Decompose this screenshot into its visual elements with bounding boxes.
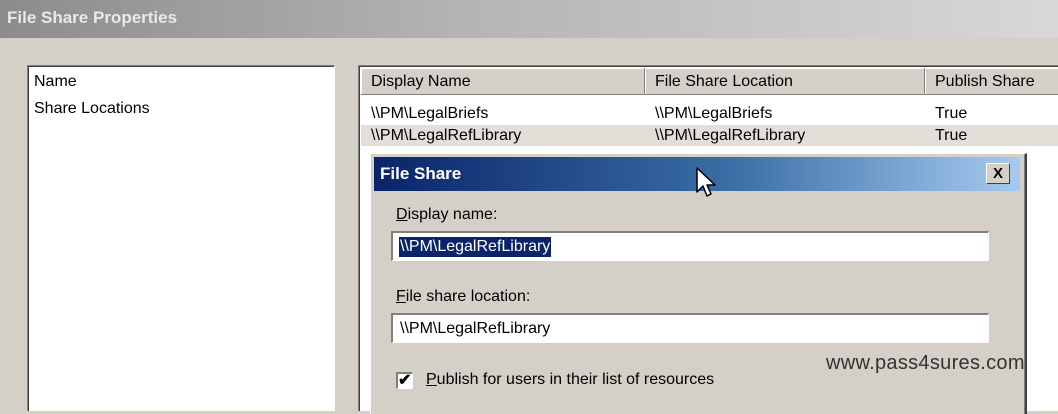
table-row[interactable]: \\PM\LegalBriefs \\PM\LegalBriefs True xyxy=(361,103,1058,124)
list-item-name[interactable]: Name xyxy=(34,73,77,91)
cell-display-name: \\PM\LegalRefLibrary xyxy=(371,127,522,144)
dialog-title: File Share xyxy=(380,164,462,183)
cell-file-share-location: \\PM\LegalRefLibrary xyxy=(655,127,806,144)
property-category-list: Name Share Locations xyxy=(27,65,335,411)
list-item-share-locations[interactable]: Share Locations xyxy=(34,100,150,118)
mouse-pointer-icon xyxy=(696,167,716,197)
watermark-text: www.pass4sures.com xyxy=(826,352,1025,374)
display-name-input[interactable]: \\PM\LegalRefLibrary xyxy=(391,231,989,261)
table-row-selected[interactable]: \\PM\LegalRefLibrary \\PM\LegalRefLibrar… xyxy=(361,125,1058,146)
cell-publish-share: True xyxy=(935,127,968,144)
publish-checkbox[interactable]: ✔ xyxy=(396,372,413,389)
main-title: File Share Properties xyxy=(7,8,178,27)
file-share-location-label: File share location: xyxy=(396,288,531,305)
main-title-bar: File Share Properties xyxy=(0,0,1058,38)
checkmark-icon: ✔ xyxy=(398,372,412,389)
column-header-display-name[interactable]: Display Name xyxy=(361,68,645,95)
file-share-location-value: \\PM\LegalRefLibrary xyxy=(400,320,551,337)
close-button[interactable]: X xyxy=(986,163,1010,184)
close-icon: X xyxy=(992,165,1003,182)
cell-publish-share: True xyxy=(935,105,968,122)
publish-checkbox-label[interactable]: Publish for users in their list of resou… xyxy=(426,371,714,389)
display-name-label: Display name: xyxy=(396,206,498,223)
column-header-file-share-location[interactable]: File Share Location xyxy=(645,68,925,95)
file-share-location-input[interactable]: \\PM\LegalRefLibrary xyxy=(391,313,989,343)
cell-file-share-location: \\PM\LegalBriefs xyxy=(655,105,773,122)
display-name-value: \\PM\LegalRefLibrary xyxy=(399,237,552,257)
column-header-publish-share[interactable]: Publish Share xyxy=(925,68,1058,95)
cell-display-name: \\PM\LegalBriefs xyxy=(371,105,489,122)
